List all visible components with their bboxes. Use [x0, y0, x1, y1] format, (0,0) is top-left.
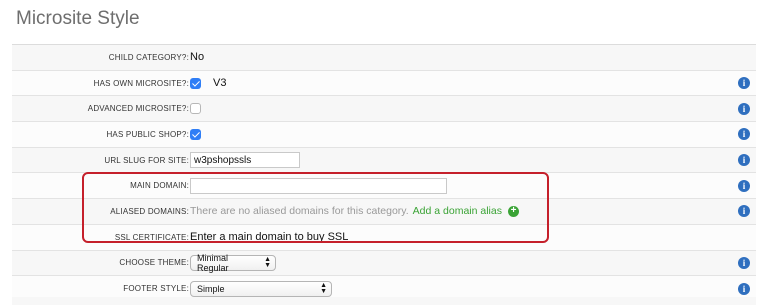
child-category-label: CHILD CATEGORY?: — [108, 52, 189, 62]
no-aliased-domains-text: There are no aliased domains for this ca… — [190, 205, 409, 218]
aliased-domains-field: There are no aliased domains for this ca… — [190, 199, 519, 224]
select-arrows-icon: ▲ ▼ — [264, 255, 271, 269]
has-own-microsite-field: V3 — [190, 71, 226, 96]
row-has-public-shop: HAS PUBLIC SHOP?: i — [12, 122, 756, 148]
info-icon[interactable]: i — [738, 128, 750, 141]
info-icon[interactable]: i — [738, 102, 750, 115]
row-advanced-microsite: ADVANCED MICROSITE?: i — [12, 96, 756, 123]
row-main-domain: MAIN DOMAIN: i — [12, 173, 756, 200]
partial-next-row — [12, 297, 756, 305]
page-title: Microsite Style — [16, 8, 140, 29]
info-icon[interactable]: i — [738, 282, 750, 295]
plus-circle-icon[interactable]: + — [507, 205, 519, 217]
select-arrows-icon: ▲ ▼ — [320, 281, 327, 295]
theme-select-value: Minimal Regular — [197, 252, 229, 273]
has-own-microsite-label: HAS OWN MICROSITE?: — [93, 78, 189, 88]
row-child-category: CHILD CATEGORY?: No — [12, 45, 756, 71]
ssl-certificate-value: Enter a main domain to buy SSL — [190, 231, 349, 244]
url-slug-field: w3pshopssls — [190, 148, 300, 173]
has-public-shop-field — [190, 122, 201, 147]
choose-theme-label: CHOOSE THEME: — [119, 258, 189, 268]
has-public-shop-checkbox[interactable] — [190, 128, 201, 140]
info-icon[interactable]: i — [738, 77, 750, 90]
advanced-microsite-label: ADVANCED MICROSITE?: — [87, 104, 189, 114]
footer-style-select[interactable]: Simple ▲ ▼ — [190, 280, 332, 297]
row-has-own-microsite: HAS OWN MICROSITE?: V3 i — [12, 70, 756, 97]
has-own-microsite-checkbox[interactable] — [190, 77, 201, 89]
row-url-slug: URL SLUG FOR SITE: w3pshopssls i — [12, 147, 756, 174]
microsite-version: V3 — [213, 77, 227, 90]
info-icon[interactable]: i — [738, 154, 750, 167]
ssl-certificate-label: SSL CERTIFICATE: — [114, 232, 189, 242]
advanced-microsite-checkbox[interactable] — [190, 103, 201, 115]
url-slug-input[interactable]: w3pshopssls — [190, 152, 300, 169]
main-domain-field — [190, 173, 447, 198]
row-aliased-domains: ALIASED DOMAINS: There are no aliased do… — [12, 199, 756, 225]
microsite-style-form: CHILD CATEGORY?: No HAS OWN MICROSITE?: … — [12, 44, 756, 302]
url-slug-label: URL SLUG FOR SITE: — [104, 155, 189, 165]
aliased-domains-label: ALIASED DOMAINS: — [110, 206, 189, 216]
info-icon[interactable]: i — [738, 179, 750, 192]
choose-theme-field: Minimal Regular ▲ ▼ — [190, 251, 276, 276]
main-domain-label: MAIN DOMAIN: — [130, 181, 189, 191]
child-category-value: No — [190, 51, 205, 64]
advanced-microsite-field — [190, 96, 201, 121]
info-icon[interactable]: i — [738, 256, 750, 269]
theme-select[interactable]: Minimal Regular ▲ ▼ — [190, 252, 276, 273]
info-icon[interactable]: i — [738, 205, 750, 218]
footer-style-select-value: Simple — [197, 283, 225, 294]
add-domain-alias-link[interactable]: Add a domain alias — [413, 205, 502, 217]
row-ssl-certificate: SSL CERTIFICATE: Enter a main domain to … — [12, 224, 756, 251]
has-public-shop-label: HAS PUBLIC SHOP?: — [106, 129, 189, 139]
main-domain-input[interactable] — [190, 177, 447, 194]
row-choose-theme: CHOOSE THEME: Minimal Regular ▲ ▼ i — [12, 250, 756, 277]
